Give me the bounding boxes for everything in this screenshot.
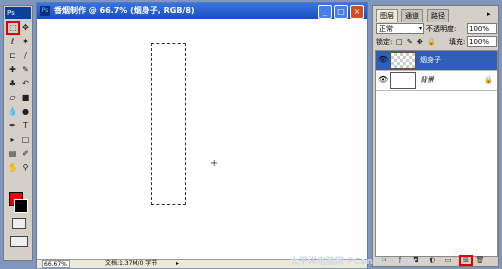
- watermark-text: 太平洋电脑网 PConline.com.cn: [290, 257, 432, 267]
- blend-mode-value: 正常: [379, 25, 393, 33]
- clone-stamp-tool-icon[interactable]: ♣: [7, 78, 18, 89]
- canvas-area[interactable]: +: [39, 19, 365, 258]
- layer-row-background[interactable]: 👁 背景 🔒: [376, 71, 497, 91]
- dodge-tool-icon[interactable]: ●: [20, 106, 31, 117]
- lasso-tool-icon[interactable]: ℓ: [7, 36, 18, 47]
- eraser-tool-icon[interactable]: ▱: [7, 92, 18, 103]
- close-button[interactable]: ×: [350, 5, 364, 19]
- blur-tool-icon[interactable]: 💧: [7, 106, 18, 117]
- status-menu-arrow-icon[interactable]: ▸: [176, 260, 179, 268]
- zoom-tool-icon[interactable]: ⚲: [20, 162, 31, 173]
- layers-panel: 图层 通道 路径 ▸ 正常 ▾ 不透明度: 100% 锁定: □ ✎ ✥ 🔒 填…: [372, 5, 499, 267]
- minimize-button[interactable]: _: [318, 5, 332, 19]
- layer-row-烟身子[interactable]: 👁 烟身子: [376, 51, 497, 71]
- visibility-eye-icon[interactable]: 👁: [378, 55, 388, 65]
- new-layer-button[interactable]: ⊞: [459, 255, 473, 266]
- crop-tool-icon[interactable]: ⊏: [7, 50, 18, 61]
- fill-label: 填充:: [449, 38, 466, 46]
- lock-label: 锁定:: [376, 38, 393, 46]
- history-brush-tool-icon[interactable]: ↶: [20, 78, 31, 89]
- fill-field[interactable]: 100%: [467, 36, 497, 47]
- zoom-level-field[interactable]: 66.67%: [42, 260, 70, 268]
- group-button[interactable]: ▭: [443, 256, 453, 265]
- layer-name: 烟身子: [420, 56, 441, 64]
- panel-menu-arrow-icon[interactable]: ▸: [487, 10, 491, 18]
- document-window: Ps 香烟制作 @ 66.7% (烟身子, RGB/8) _ □ × + 66.…: [36, 2, 368, 268]
- gradient-tool-icon[interactable]: ■: [20, 92, 31, 103]
- hand-tool-icon[interactable]: ✋: [7, 162, 18, 173]
- quick-mask-button[interactable]: [12, 218, 26, 229]
- opacity-field[interactable]: 100%: [467, 23, 497, 34]
- layer-list: 👁 烟身子 👁 背景 🔒: [375, 50, 498, 257]
- background-color-swatch[interactable]: [14, 199, 28, 213]
- notes-tool-icon[interactable]: ▤: [7, 148, 18, 159]
- pen-tool-icon[interactable]: ✒: [7, 120, 18, 131]
- healing-brush-tool-icon[interactable]: ✚: [7, 64, 18, 75]
- tab-channels[interactable]: 通道: [401, 9, 423, 22]
- slice-tool-icon[interactable]: /: [20, 50, 31, 61]
- document-info: 文档:1.37M/0 字节: [105, 260, 158, 267]
- blend-mode-select[interactable]: 正常 ▾: [376, 23, 424, 34]
- lock-options-icons[interactable]: □ ✎ ✥ 🔒: [396, 37, 437, 47]
- visibility-eye-icon[interactable]: 👁: [378, 75, 388, 85]
- layer-thumbnail: [390, 72, 416, 89]
- magic-wand-tool-icon[interactable]: ✦: [20, 36, 31, 47]
- document-titlebar[interactable]: Ps 香烟制作 @ 66.7% (烟身子, RGB/8) _ □ ×: [37, 3, 367, 19]
- crosshair-cursor-icon: +: [210, 158, 219, 169]
- eyedropper-tool-icon[interactable]: ✐: [20, 148, 31, 159]
- photoshop-doc-icon: Ps: [40, 6, 50, 16]
- opacity-label: 不透明度:: [426, 25, 457, 33]
- document-title: 香烟制作 @ 66.7% (烟身子, RGB/8): [54, 6, 195, 15]
- lock-icon: 🔒: [484, 76, 493, 84]
- toolbox-panel: Ps ⬚ ✥ ℓ ✦ ⊏ / ✚ ✎ ♣ ↶ ▱ ■ 💧 ● ✒ T ▸ □ ▤ ✐ ✋ ⚲: [3, 5, 33, 261]
- delete-layer-button[interactable]: 🗑: [475, 256, 485, 265]
- layer-name: 背景: [420, 76, 434, 84]
- type-tool-icon[interactable]: T: [20, 120, 31, 131]
- layer-thumbnail: [390, 52, 416, 69]
- maximize-button[interactable]: □: [334, 5, 348, 19]
- rect-marquee-selection: [151, 43, 186, 205]
- screen-mode-button[interactable]: [10, 236, 28, 247]
- shape-tool-icon[interactable]: □: [20, 134, 31, 145]
- tab-layers[interactable]: 图层: [376, 9, 398, 22]
- brush-tool-icon[interactable]: ✎: [20, 64, 31, 75]
- chevron-down-icon: ▾: [419, 25, 423, 32]
- path-select-tool-icon[interactable]: ▸: [7, 134, 18, 145]
- move-tool-icon[interactable]: ✥: [20, 22, 31, 33]
- tab-paths[interactable]: 路径: [427, 9, 449, 22]
- marquee-tool-icon[interactable]: ⬚: [6, 21, 20, 35]
- toolbox-header: Ps: [5, 7, 31, 19]
